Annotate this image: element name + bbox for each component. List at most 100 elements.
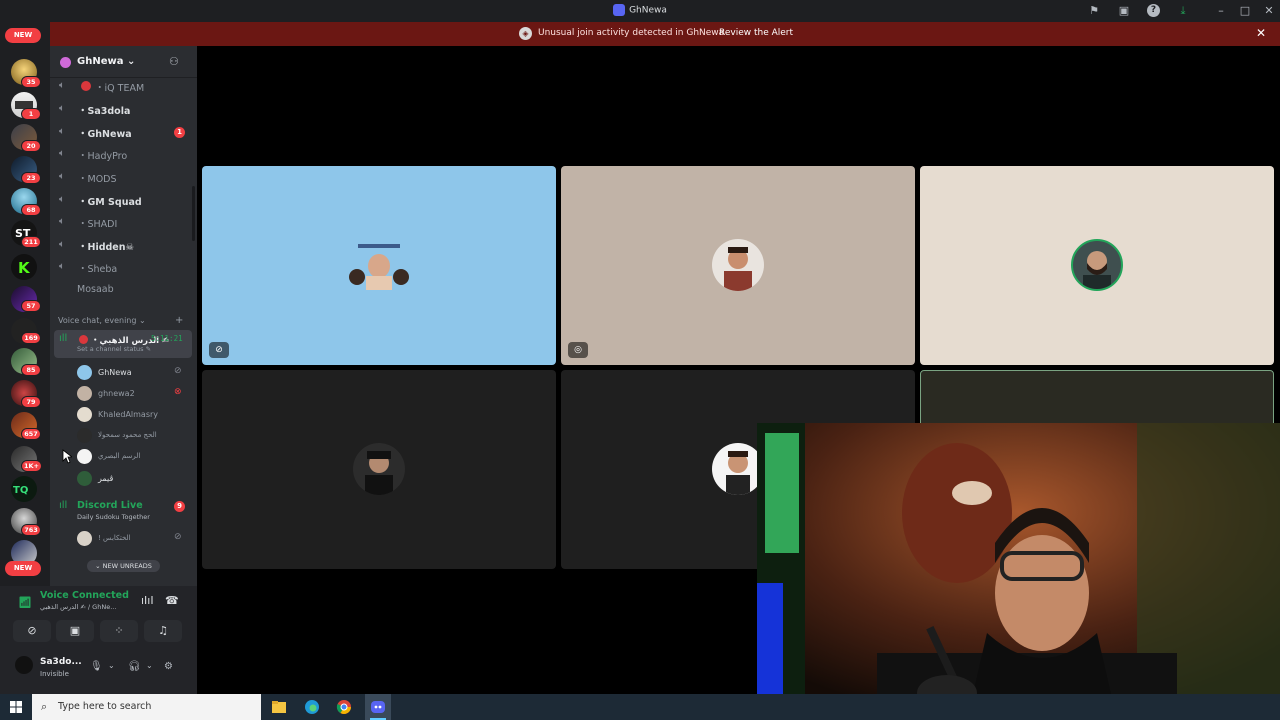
participant-tile[interactable]: ◎	[561, 166, 915, 365]
channel-status-link[interactable]: Set a channel status ✎	[77, 345, 151, 353]
server-badge: 57	[21, 300, 41, 312]
active-voice-channel[interactable]: ıll ・الدرس الذهبي ✍ 5:11:21 Set a channe…	[54, 330, 192, 358]
voice-user[interactable]: KhaledAlmasry	[50, 404, 197, 424]
alert-message: Unusual join activity detected in GhNewa	[538, 28, 725, 38]
screen-share-icon[interactable]: ▣	[1116, 3, 1132, 19]
activities-button[interactable]: ⁘	[100, 620, 138, 642]
participant-tile[interactable]: ⊘	[202, 166, 556, 365]
avatar	[77, 531, 92, 546]
voice-channel[interactable]: 🔈︎ ・Sa3dola	[50, 99, 197, 119]
muted-mic-icon: ⊘	[209, 342, 229, 358]
windows-taskbar: ⌕ Type here to search	[0, 694, 1280, 720]
participant-avatar-image	[349, 244, 409, 290]
edge-browser-icon[interactable]	[304, 699, 320, 715]
chrome-browser-icon[interactable]	[336, 699, 352, 715]
voice-user[interactable]: ghnewa2 ⊗	[50, 383, 197, 403]
discord-taskbar-button[interactable]	[365, 694, 391, 720]
voice-channel[interactable]: 🔈︎ ・GhNewa 1	[50, 122, 197, 142]
speaker-icon: 🔈︎	[59, 103, 65, 114]
new-unread-servers-pill[interactable]: NEW	[5, 561, 41, 576]
sidebar-scrollbar[interactable]	[192, 186, 195, 241]
new-unreads-button[interactable]: ⌄ NEW UNREADS	[87, 560, 160, 572]
voice-user[interactable]: الرسم البصري	[50, 446, 197, 466]
avatar	[353, 443, 405, 495]
voice-channel[interactable]: 🔈︎ ・HadyPro	[50, 144, 197, 164]
microphone-icon[interactable]: 🎙︎	[90, 661, 103, 672]
user-name: ghnewa2	[98, 389, 135, 398]
discord-logo-icon	[613, 4, 626, 16]
voice-user[interactable]: الحج محمود سمحولا	[50, 425, 197, 445]
new-servers-pill[interactable]: NEW	[5, 28, 41, 43]
participant-tile[interactable]	[202, 370, 556, 569]
voice-connected-title[interactable]: Voice Connected	[40, 590, 129, 601]
taskbar-search[interactable]: ⌕ Type here to search	[32, 694, 261, 720]
mouse-cursor-icon	[62, 449, 72, 464]
speaker-icon: 🔈︎	[59, 126, 65, 137]
speaker-icon: 🔈︎	[59, 261, 65, 272]
close-icon[interactable]: ✕	[1256, 26, 1266, 40]
voice-channel[interactable]: 🔈︎ ・iQ TEAM	[50, 76, 197, 96]
create-channel-icon[interactable]: +	[175, 315, 183, 326]
guild-header[interactable]: GhNewa ⌄ ⚇	[50, 46, 197, 78]
chevron-down-icon: ⌄	[139, 316, 146, 325]
server-badge: 211	[21, 236, 41, 248]
download-update-icon[interactable]: ⤓	[1175, 3, 1191, 19]
soundboard-button[interactable]: ♫	[144, 620, 182, 642]
invite-people-icon[interactable]: ⚇	[169, 55, 179, 68]
category-header[interactable]: Voice chat, evening ⌄ +	[58, 315, 189, 326]
user-name: ! الختكابس	[98, 534, 131, 542]
avatar[interactable]	[15, 656, 33, 674]
avatar	[77, 428, 92, 443]
noise-suppression-icon[interactable]: ıIıI	[141, 594, 154, 607]
connection-signal-icon[interactable]: 📶︎	[18, 596, 32, 609]
discord-window: GhNewa ⚑ ▣ ? ⤓ – □ ✕ ◈ Unusual join acti…	[0, 0, 1280, 720]
voice-user[interactable]: ! الختكابس ⊘	[50, 528, 197, 548]
windows-start-icon[interactable]	[10, 701, 22, 713]
voice-user[interactable]: GhNewa ⊘	[50, 362, 197, 382]
file-explorer-icon[interactable]	[271, 699, 287, 715]
avatar	[77, 386, 92, 401]
avatar	[1071, 239, 1123, 291]
channel-status: Daily Sudoku Together	[77, 513, 150, 521]
user-status: Invisible	[40, 670, 69, 678]
avatar	[77, 407, 92, 422]
avatar	[77, 449, 92, 464]
screen-share-button[interactable]: ▣	[56, 620, 94, 642]
voice-channel[interactable]: Mosaab	[50, 280, 197, 300]
voice-connected-channel[interactable]: الدرس الذهبي ✍ / GhNe...	[40, 603, 116, 611]
soundboard-icon: ♫	[158, 624, 168, 637]
inbox-flag-icon[interactable]: ⚑	[1086, 3, 1102, 19]
review-alert-link[interactable]: Review the Alert	[719, 28, 793, 38]
chevron-down-icon[interactable]: ⌄	[108, 661, 115, 670]
close-window-icon[interactable]: ✕	[1261, 3, 1277, 19]
voice-channel[interactable]: 🔈︎ ・SHADI	[50, 212, 197, 232]
muted-mic-icon: ⊘	[174, 532, 182, 542]
channel-label: ・GM Squad	[78, 197, 142, 208]
voice-channel[interactable]: 🔈︎ ・Hidden☠	[50, 235, 197, 255]
server-badge: 169	[21, 332, 41, 344]
voice-channel[interactable]: 🔈︎ ・GM Squad	[50, 190, 197, 210]
voice-activity-icon: ıll	[59, 500, 68, 511]
gear-icon[interactable]: ⚙	[164, 661, 173, 672]
channel-sidebar: GhNewa ⌄ ⚇ 🔈︎ ・iQ TEAM 🔈︎ ・Sa3dola 🔈︎ ・G…	[50, 46, 197, 586]
minimize-icon[interactable]: –	[1213, 3, 1229, 19]
voice-channel[interactable]: 🔈︎ ・Sheba	[50, 257, 197, 277]
speaker-icon: 🔈︎	[59, 216, 65, 227]
disconnect-icon[interactable]: ☎	[165, 594, 179, 607]
help-icon[interactable]: ?	[1147, 4, 1160, 17]
participant-tile[interactable]	[920, 166, 1274, 365]
tq-logo-icon: TQ	[13, 485, 28, 496]
server-icon[interactable]: K	[11, 254, 37, 280]
user-name[interactable]: Sa3do...	[40, 657, 82, 667]
voice-channel[interactable]: 🔈︎ ・MODS	[50, 167, 197, 187]
server-badge: 1	[21, 108, 41, 120]
voice-channel-discord-live[interactable]: ıll Discord Live Daily Sudoku Together 9	[50, 496, 197, 526]
voice-user[interactable]: ڤيمر	[50, 468, 197, 488]
headphones-icon[interactable]: 🎧︎	[128, 661, 141, 672]
maximize-icon[interactable]: □	[1237, 3, 1253, 19]
camera-off-button[interactable]: ⊘	[13, 620, 51, 642]
channel-label: ・Sa3dola	[78, 106, 131, 117]
chevron-down-icon[interactable]: ⌄	[146, 661, 153, 670]
server-icon[interactable]: TQ	[11, 476, 37, 502]
user-name: KhaledAlmasry	[98, 410, 159, 419]
